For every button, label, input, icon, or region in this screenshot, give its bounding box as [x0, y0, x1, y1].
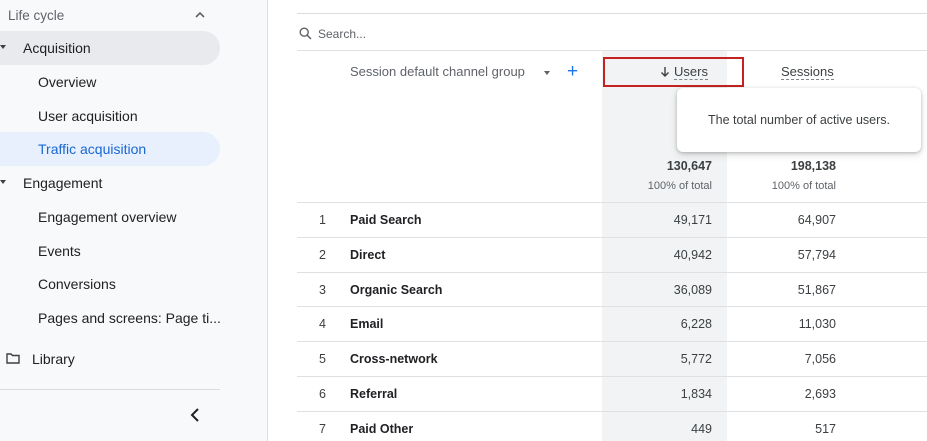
sidebar-item-label: Events	[38, 243, 81, 259]
users-value: 6,228	[680, 317, 712, 332]
users-value: 49,171	[673, 213, 712, 227]
search-icon	[299, 27, 312, 40]
sidebar-item-label: Pages and screens: Page ti...	[38, 310, 221, 326]
sort-descending-icon	[661, 67, 669, 77]
sidebar-item-traffic-acquisition[interactable]: Traffic acquisition	[0, 132, 220, 166]
table-row[interactable]: 7 Paid Other 449 517	[297, 410, 927, 441]
users-value: 5,772	[680, 352, 712, 367]
sidebar-item-events[interactable]: Events	[0, 234, 220, 268]
row-rank: 1	[319, 213, 326, 227]
sidebar-item-label: Overview	[38, 74, 97, 90]
sidebar-item-engagement-overview[interactable]: Engagement overview	[0, 200, 220, 234]
row-rank: 4	[319, 317, 326, 332]
library-label: Library	[32, 351, 75, 367]
sessions-total-percent: 100% of total	[771, 180, 836, 192]
sidebar-nav: Life cycle Acquisition Overview User acq…	[0, 0, 268, 441]
caret-down-icon	[0, 45, 6, 49]
dimension-dropdown-icon[interactable]	[544, 71, 550, 75]
row-rank: 3	[319, 282, 326, 297]
users-column-header[interactable]: Users	[660, 64, 708, 80]
sidebar-item-label: Traffic acquisition	[38, 141, 147, 157]
sidebar-section-label: Engagement	[23, 175, 103, 191]
row-rank: 5	[319, 352, 326, 367]
table-row[interactable]: 1 Paid Search 49,171 64,907	[297, 202, 927, 237]
channel-name: Referral	[350, 386, 398, 401]
top-divider	[297, 13, 927, 14]
sidebar-item-conversions[interactable]: Conversions	[0, 267, 220, 301]
sidebar-section-acquisition[interactable]: Acquisition	[0, 31, 220, 65]
traffic-table: 1 Paid Search 49,171 64,907 2 Direct 40,942 57,…	[297, 202, 927, 441]
row-rank: 7	[319, 421, 326, 436]
sessions-value: 7,056	[804, 352, 836, 367]
sessions-value: 57,794	[797, 247, 836, 262]
add-dimension-button[interactable]: +	[567, 62, 578, 82]
channel-name: Paid Search	[350, 213, 422, 227]
caret-down-icon	[0, 180, 6, 184]
search-input[interactable]	[318, 24, 718, 44]
users-value: 1,834	[680, 386, 712, 401]
table-row[interactable]: 3 Organic Search 36,089 51,867	[297, 271, 927, 307]
lifecycle-label: Life cycle	[8, 8, 65, 23]
channel-name: Cross-network	[350, 352, 438, 367]
sessions-value: 64,907	[797, 213, 836, 227]
row-rank: 6	[319, 386, 326, 401]
channel-name: Direct	[350, 247, 386, 262]
channel-name: Paid Other	[350, 421, 414, 436]
sessions-value: 51,867	[797, 282, 836, 297]
sidebar-divider	[0, 389, 220, 390]
table-row[interactable]: 6 Referral 1,834 2,693	[297, 375, 927, 411]
row-rank: 2	[319, 247, 326, 262]
users-value: 36,089	[673, 282, 712, 297]
sessions-total: 198,138	[790, 159, 836, 173]
users-total: 130,647	[666, 159, 712, 173]
metric-tooltip: The total number of active users.	[677, 88, 921, 152]
users-total-percent: 100% of total	[647, 180, 712, 192]
folder-icon	[6, 353, 20, 364]
users-header-label: Users	[674, 64, 708, 80]
sidebar-item-library[interactable]: Library	[0, 342, 220, 376]
sidebar-item-label: Engagement overview	[38, 209, 177, 225]
sidebar-item-label: Conversions	[38, 276, 116, 292]
sidebar-item-label: User acquisition	[38, 108, 138, 124]
sidebar-section-engagement[interactable]: Engagement	[0, 166, 220, 200]
lifecycle-collection-header[interactable]: Life cycle	[0, 0, 220, 31]
users-value: 40,942	[673, 247, 712, 262]
sessions-value: 2,693	[804, 386, 836, 401]
table-row[interactable]: 2 Direct 40,942 57,794	[297, 236, 927, 272]
table-row[interactable]: 4 Email 6,228 11,030	[297, 306, 927, 342]
sidebar-section-label: Acquisition	[23, 40, 91, 56]
dimension-column-header[interactable]: Session default channel group	[350, 64, 525, 79]
collapse-sidebar-icon[interactable]	[188, 407, 202, 423]
chevron-up-icon	[195, 11, 205, 18]
sessions-column-header[interactable]: Sessions	[781, 64, 834, 80]
sidebar-item-user-acquisition[interactable]: User acquisition	[0, 99, 220, 133]
channel-name: Email	[350, 317, 384, 332]
sidebar-item-overview[interactable]: Overview	[0, 65, 220, 99]
sidebar-item-pages-and-screens[interactable]: Pages and screens: Page ti...	[0, 301, 221, 335]
table-row[interactable]: 5 Cross-network 5,772 7,056	[297, 341, 927, 376]
sessions-value: 11,030	[798, 317, 836, 332]
channel-name: Organic Search	[350, 282, 443, 297]
users-value: 449	[691, 421, 712, 436]
sessions-value: 517	[815, 421, 836, 436]
